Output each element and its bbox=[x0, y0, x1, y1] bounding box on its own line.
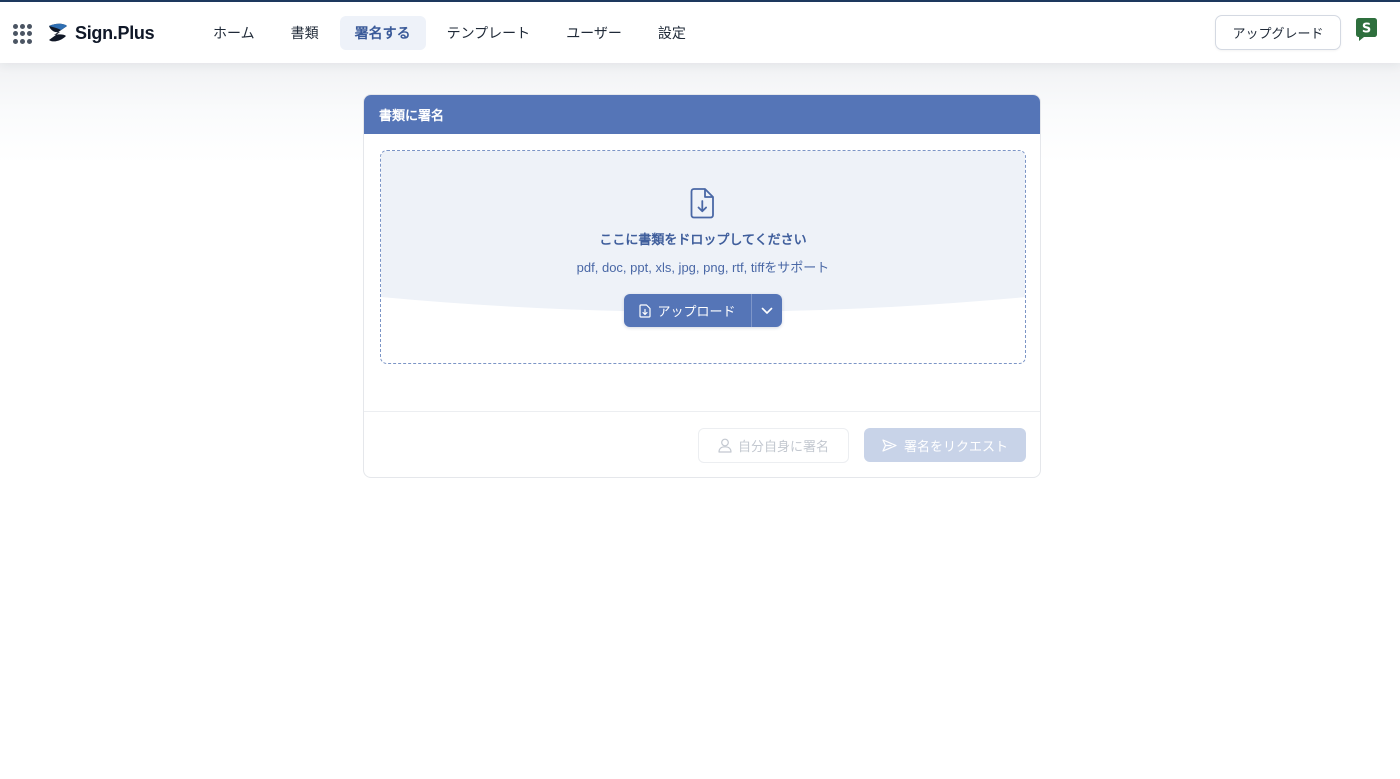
upload-button-group: アップロード bbox=[624, 294, 782, 327]
apps-grid-icon[interactable] bbox=[13, 24, 33, 44]
sign-yourself-label: 自分自身に署名 bbox=[737, 440, 829, 455]
chevron-down-icon bbox=[761, 307, 773, 314]
signplus-logo-icon bbox=[49, 23, 67, 42]
nav-item-settings[interactable]: 設定 bbox=[643, 16, 701, 50]
card-header: 書類に署名 bbox=[364, 95, 1040, 134]
nav-item-users[interactable]: ユーザー bbox=[551, 16, 637, 50]
send-icon bbox=[882, 438, 897, 452]
user-icon bbox=[718, 438, 732, 453]
app-header: Sign.Plus ホーム 書類 署名する テンプレート ユーザー 設定 アップ… bbox=[0, 2, 1400, 63]
file-download-icon bbox=[690, 188, 714, 219]
supported-formats-text: pdf, doc, ppt, xls, jpg, png, rtf, tiffを… bbox=[576, 260, 830, 275]
nav-item-documents[interactable]: 書類 bbox=[276, 16, 334, 50]
request-signature-button[interactable]: 署名をリクエスト bbox=[864, 428, 1026, 462]
upload-button-label: アップロード bbox=[657, 305, 736, 320]
sign-yourself-button[interactable]: 自分自身に署名 bbox=[698, 428, 849, 463]
nav-item-home[interactable]: ホーム bbox=[198, 16, 270, 50]
main-nav: ホーム 書類 署名する テンプレート ユーザー 設定 bbox=[198, 16, 707, 50]
upload-options-dropdown[interactable] bbox=[752, 294, 782, 327]
user-avatar-icon[interactable]: S bbox=[1355, 17, 1378, 42]
file-dropzone[interactable]: ここに書類をドロップしてください pdf, doc, ppt, xls, jpg… bbox=[380, 150, 1026, 364]
nav-item-sign[interactable]: 署名する bbox=[339, 16, 426, 50]
upgrade-button[interactable]: アップグレード bbox=[1215, 15, 1341, 50]
nav-item-templates[interactable]: テンプレート bbox=[432, 16, 546, 50]
brand-name: Sign.Plus bbox=[75, 22, 155, 43]
avatar-letter: S bbox=[1362, 22, 1371, 37]
dropzone-title: ここに書類をドロップしてください bbox=[599, 233, 807, 248]
card-divider bbox=[364, 411, 1040, 412]
brand-logo[interactable]: Sign.Plus bbox=[46, 19, 155, 47]
sign-document-card: 書類に署名 ここに書類をドロップしてください pdf, doc, ppt, xl… bbox=[363, 94, 1041, 478]
file-upload-icon bbox=[639, 303, 652, 318]
upload-button[interactable]: アップロード bbox=[624, 294, 752, 327]
card-title: 書類に署名 bbox=[379, 109, 445, 124]
request-signature-label: 署名をリクエスト bbox=[903, 439, 1008, 455]
